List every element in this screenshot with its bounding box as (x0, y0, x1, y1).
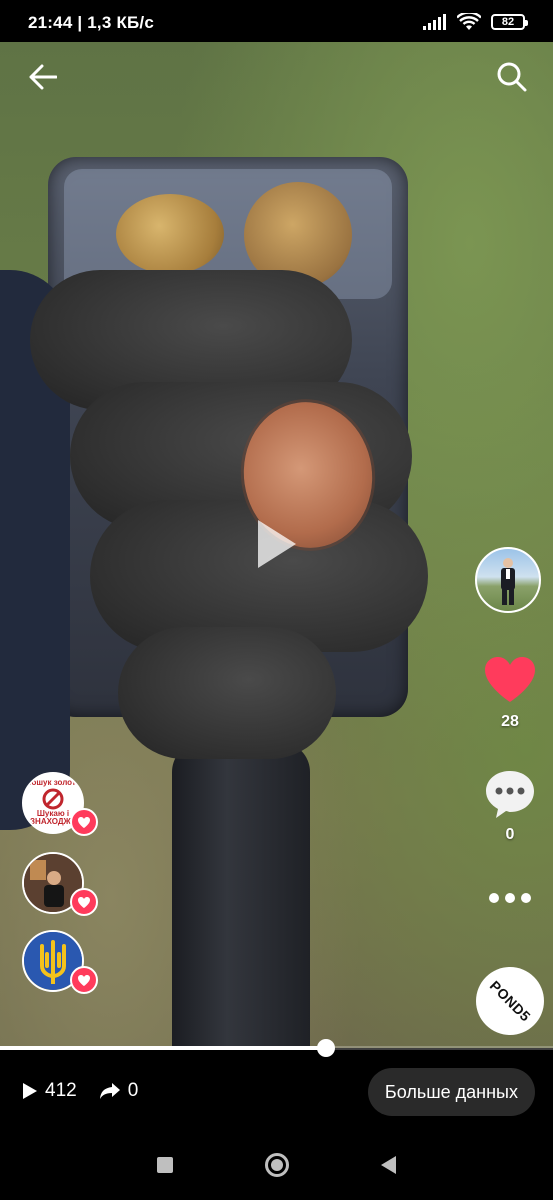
reaction-logo-line1: Пошук золота (25, 777, 81, 787)
progress-handle[interactable] (317, 1039, 336, 1057)
comment-button[interactable] (484, 768, 536, 820)
shares-count: 0 (127, 1080, 139, 1101)
heart-badge-icon (70, 966, 98, 994)
comment-bubble-icon (486, 771, 534, 818)
share-arrow-icon (99, 1083, 120, 1099)
system-nav-bar (0, 1130, 553, 1200)
heart-badge-icon (70, 888, 98, 916)
progress-fill (0, 1046, 327, 1050)
back-button[interactable] (22, 56, 64, 98)
heart-icon (485, 657, 535, 702)
shares-stat: 0 (99, 1080, 139, 1102)
author-avatar[interactable] (475, 547, 541, 613)
like-count: 28 (501, 713, 519, 730)
sound-disc-button[interactable]: POND5 (476, 967, 544, 1035)
sound-disc-label: POND5 (486, 977, 534, 1025)
video-detector-shaft (172, 742, 310, 1048)
status-icons: 82 (423, 13, 528, 31)
views-count: 412 (45, 1080, 77, 1101)
reaction-avatar-3[interactable] (22, 930, 98, 996)
more-dots-icon[interactable] (482, 886, 538, 910)
play-icon[interactable] (258, 520, 296, 568)
more-dot (505, 893, 515, 903)
reaction-avatar-1[interactable]: Пошук золота Шукаю і ЗНАХОДЖУ (22, 772, 98, 838)
back-triangle-icon[interactable] (381, 1156, 396, 1174)
status-time-speed: 21:44 | 1,3 КБ/с (28, 13, 155, 32)
more-dot (521, 893, 531, 903)
views-stat: 412 (22, 1080, 77, 1102)
avatar-person-icon (501, 558, 515, 605)
search-icon (497, 62, 527, 92)
heart-badge-icon (70, 808, 98, 836)
play-small-icon (23, 1083, 37, 1099)
no-sign-icon (42, 788, 64, 810)
signal-icon (423, 14, 446, 30)
home-icon[interactable] (265, 1153, 289, 1177)
search-button[interactable] (491, 56, 533, 98)
video-stats: 412 0 (22, 1080, 160, 1102)
video-coin (116, 194, 224, 274)
heart-icon (78, 896, 90, 908)
arrow-left-icon (29, 64, 57, 90)
more-dot (489, 893, 499, 903)
status-bar: 21:44 | 1,3 КБ/с 82 (0, 0, 553, 42)
comment-count: 0 (505, 826, 515, 843)
video-finger (118, 627, 336, 759)
recents-icon[interactable] (157, 1157, 173, 1173)
battery-icon: 82 (491, 14, 528, 30)
wifi-icon (457, 13, 481, 30)
reaction-avatar-2[interactable] (22, 852, 98, 918)
like-button[interactable] (482, 656, 538, 708)
video-progress-bar[interactable] (0, 1039, 553, 1057)
more-data-button[interactable]: Больше данных (367, 1068, 535, 1116)
heart-icon (78, 816, 90, 828)
heart-icon (78, 974, 90, 986)
